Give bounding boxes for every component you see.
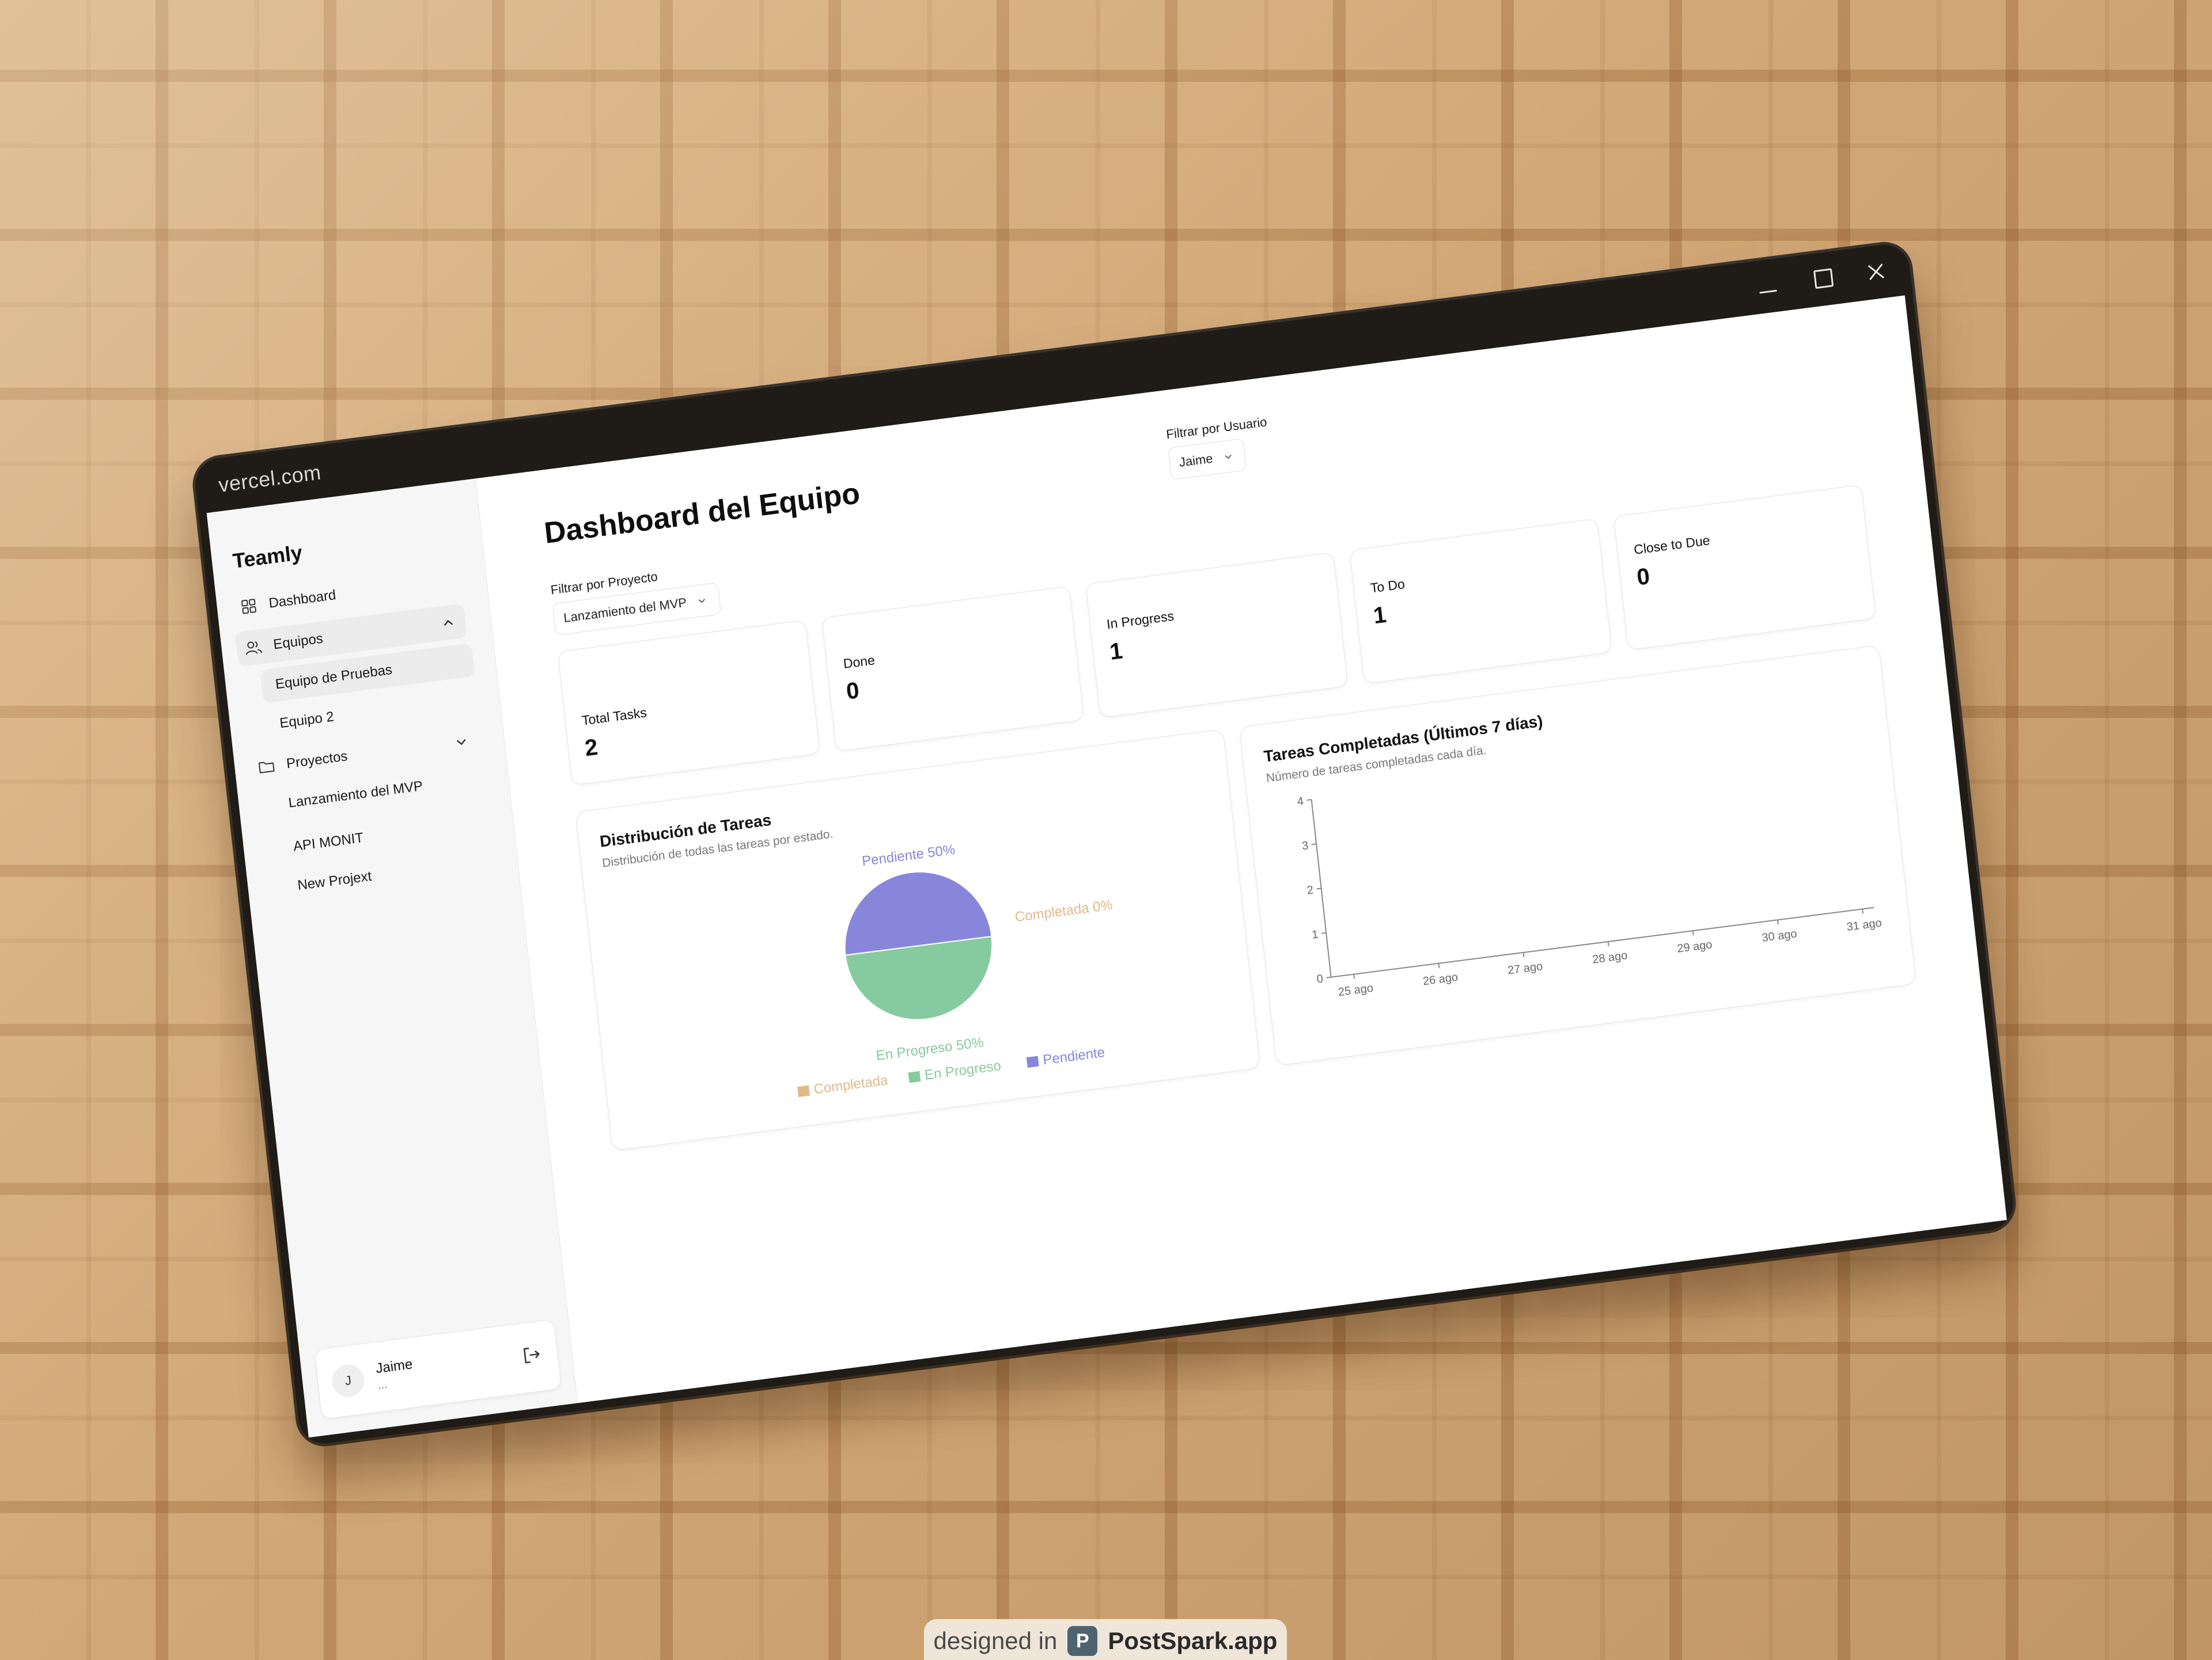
nav-dashboard-label: Dashboard	[268, 587, 337, 611]
chevron-up-icon[interactable]	[440, 614, 457, 632]
main-content: Dashboard del Equipo Filtrar por Usuario…	[475, 295, 2007, 1403]
url-text[interactable]: vercel.com	[217, 460, 322, 498]
pie-chart: Completada 0% En Progreso 50% Pendiente 50…	[797, 842, 1113, 1098]
project-filter-value: Lanzamiento del MVP	[563, 595, 688, 626]
y-tick-label: 3	[1301, 840, 1309, 853]
badge-prefix: designed in	[933, 1627, 1058, 1654]
stat-card-done: Done 0	[821, 586, 1085, 752]
y-axis	[1310, 799, 1332, 977]
stat-card-to-do: To Do 1	[1349, 518, 1612, 685]
dashboard-icon	[239, 597, 258, 617]
maximize-icon	[1813, 268, 1834, 289]
x-tick-label: 30 ago	[1762, 928, 1798, 945]
logout-icon[interactable]	[521, 1343, 544, 1366]
chevron-down-icon[interactable]	[453, 733, 471, 751]
y-tick-label: 4	[1297, 795, 1304, 808]
y-tick	[1312, 843, 1317, 845]
postspark-logo-icon: P	[1067, 1626, 1098, 1656]
x-tick-label: 27 ago	[1507, 960, 1543, 977]
stat-label: Close to Due	[1633, 532, 1711, 557]
legend-swatch	[1026, 1056, 1039, 1068]
nav-proyectos-label: Proyectos	[285, 748, 349, 772]
x-tick-label: 25 ago	[1338, 982, 1374, 999]
stat-value: 0	[844, 678, 861, 705]
close-icon	[1868, 263, 1885, 281]
project-item-label: API MONIT	[292, 830, 365, 854]
background: vercel.com Teamly Dashboard Equipos Equi…	[0, 0, 2212, 1660]
y-tick-label: 0	[1316, 973, 1324, 986]
maximize-button[interactable]	[1800, 258, 1848, 300]
stat-label: Total Tasks	[581, 705, 647, 728]
browser-window: vercel.com Teamly Dashboard Equipos Equi…	[192, 241, 2016, 1447]
task-distribution-panel: Distribución de Tareas Distribución de t…	[575, 729, 1261, 1151]
pie-slice-label: Pendiente 50%	[861, 842, 956, 869]
y-tick	[1326, 976, 1331, 978]
chevron-down-icon	[698, 599, 706, 603]
x-tick	[1692, 931, 1694, 936]
close-button[interactable]	[1852, 251, 1900, 293]
users-icon	[244, 638, 263, 657]
team-item-label: Equipo 2	[279, 709, 335, 732]
y-tick-label: 2	[1306, 884, 1314, 897]
user-name: Jaime	[375, 1356, 414, 1377]
user-card[interactable]: J Jaime ...	[314, 1319, 562, 1420]
y-tick-label: 1	[1311, 928, 1319, 941]
designed-in-badge[interactable]: designed in P PostSpark.app	[924, 1619, 1287, 1660]
brand-name: Teamly	[231, 540, 304, 573]
project-item-label: New Projext	[297, 868, 373, 894]
minimize-icon	[1759, 289, 1777, 294]
stat-card-close-to-due: Close to Due 0	[1613, 484, 1876, 651]
stat-label: In Progress	[1105, 608, 1175, 632]
project-item-label: Lanzamiento del MVP	[287, 778, 424, 811]
minimize-button[interactable]	[1743, 265, 1791, 307]
folder-icon	[257, 757, 276, 777]
stat-label: To Do	[1369, 576, 1406, 596]
x-tick	[1438, 963, 1440, 969]
chevron-down-icon	[1225, 454, 1232, 459]
team-item-label: Equipo de Pruebas	[274, 661, 393, 693]
nav-equipos-label: Equipos	[272, 630, 324, 653]
completed-tasks-panel: Tareas Completadas (Últimos 7 días) Núme…	[1239, 645, 1916, 1067]
legend-item-completada[interactable]: Completada	[813, 1072, 889, 1097]
legend-item-en-progreso[interactable]: En Progreso	[924, 1058, 1002, 1083]
line-series-0	[1354, 909, 1862, 974]
user-filter-label: Filtrar por Usuario	[1165, 414, 1268, 442]
avatar: J	[330, 1362, 366, 1399]
y-tick	[1316, 887, 1321, 890]
stat-value: 0	[1635, 564, 1652, 591]
pie-slice-label: Completada 0%	[1014, 897, 1113, 925]
stat-label: Done	[842, 652, 876, 671]
x-tick	[1607, 941, 1609, 947]
user-filter-value: Jaime	[1178, 451, 1214, 470]
pie-slice-label: En Progreso 50%	[876, 1034, 985, 1064]
x-tick-label: 28 ago	[1592, 949, 1628, 966]
stat-card-in-progress: In Progress 1	[1085, 552, 1349, 719]
project-item-api-monit[interactable]: API MONIT	[291, 822, 365, 863]
project-item-new-projext[interactable]: New Projext	[296, 860, 373, 902]
x-tick-label: 31 ago	[1846, 917, 1883, 934]
legend-item-pendiente[interactable]: Pendiente	[1042, 1045, 1105, 1068]
user-email: ...	[377, 1378, 388, 1392]
badge-brand: PostSpark.app	[1108, 1627, 1278, 1654]
stat-value: 1	[1372, 602, 1388, 629]
stat-card-total-tasks: Total Tasks 2	[557, 619, 820, 786]
stat-value: 2	[584, 734, 599, 762]
x-tick-label: 29 ago	[1676, 938, 1713, 955]
legend-swatch	[908, 1071, 921, 1083]
x-tick-label: 26 ago	[1422, 971, 1459, 988]
stat-value: 1	[1108, 638, 1124, 665]
page-title: Dashboard del Equipo	[542, 477, 862, 550]
user-filter-select[interactable]: Jaime	[1168, 438, 1247, 481]
legend-swatch	[797, 1085, 810, 1098]
x-tick	[1862, 909, 1863, 914]
